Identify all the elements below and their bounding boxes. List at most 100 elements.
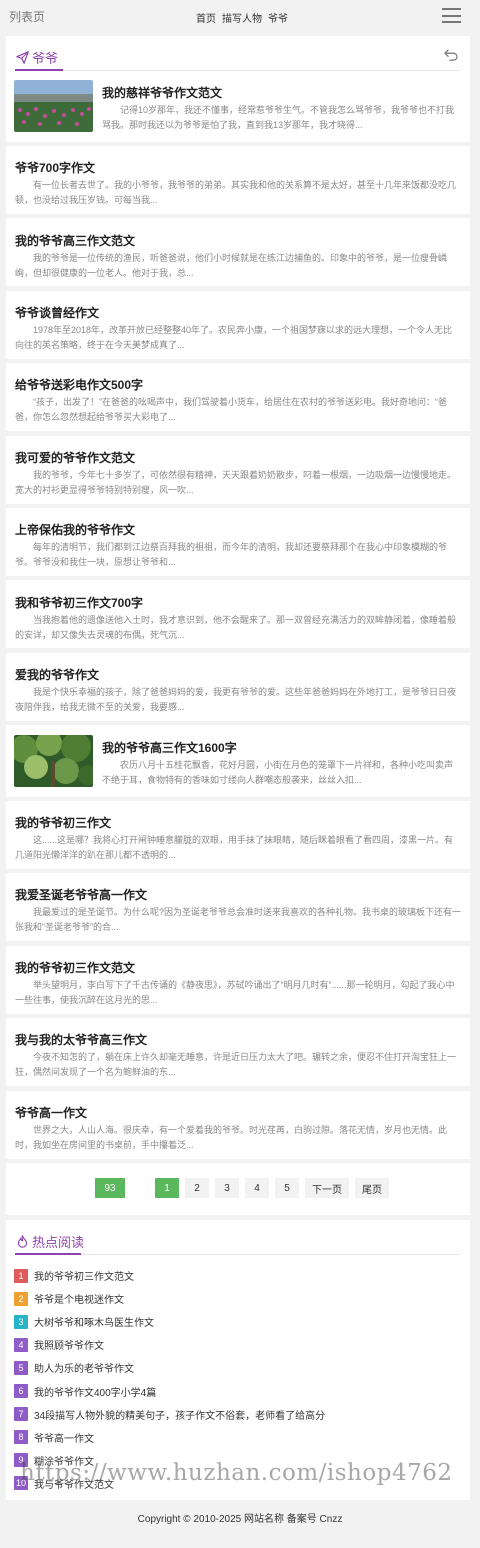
hot-item[interactable]: 2 爷爷是个电视迷作文 bbox=[14, 1287, 325, 1310]
article-summary: 有一位长者去世了。我的小爷爷，我爷爷的弟弟。其实我和他的关系算不是太好，甚至十几… bbox=[15, 180, 457, 205]
article-summary: 我最爱过的是圣诞节。为什么呢?因为圣诞老爷爷总会准时送来我喜欢的各种礼物。我书桌… bbox=[15, 907, 461, 932]
article-summary: 农历八月十五桂花飘香，花好月圆，小街在月色的笼罩下一片祥和，各种小吃叫卖声不绝于… bbox=[102, 760, 454, 785]
article-summary: 世界之大，人山人海。很庆幸，有一个爱着我的爷爷。时光荏苒，白驹过隙。落花无情，岁… bbox=[15, 1125, 448, 1150]
list-item[interactable]: 我的爷爷高三作文1600字 农历八月十五桂花飘香，花好月圆，小街在月色的笼罩下一… bbox=[6, 725, 470, 797]
hot-item[interactable]: 5 助人为乐的老爷爷作文 bbox=[14, 1356, 325, 1379]
article-summary: 我的爷爷，今年七十多岁了，可依然很有精神，天天跟着奶奶散步，叼着一根烟，一边吸烟… bbox=[15, 470, 457, 495]
top-bar: 列表页 首页 描写人物 爷爷 bbox=[0, 0, 480, 32]
hot-item-title[interactable]: 大树爷爷和啄木鸟医生作文 bbox=[34, 1314, 154, 1329]
section-divider bbox=[15, 69, 460, 71]
article-title[interactable]: 我的爷爷高三作文1600字 bbox=[102, 739, 237, 756]
article-summary: 这......这是哪？我将心打开闸钟睡意朦胧的双眼，用手抹了抹眼睛，随后眯着眼看… bbox=[15, 835, 454, 860]
hot-list: 1 我的爷爷初三作文范文 2 爷爷是个电视迷作文 3 大树爷爷和啄木鸟医生作文 4 我照… bbox=[14, 1264, 325, 1495]
list-section: 爷爷 我的慈祥爷爷作文范文 记得10岁那年，我还不懂事，经常惹爷爷生气。不管我怎… bbox=[6, 36, 470, 142]
article-summary: 每年的清明节，我们都到江边祭百拜我的祖祖，而今年的清明，我却还要祭拜那个在我心中… bbox=[15, 542, 448, 567]
article-title[interactable]: 爷爷700字作文 bbox=[15, 159, 95, 176]
section-title: 爷爷 bbox=[32, 51, 59, 66]
list-item[interactable]: 爷爷谈曾经作文 1978年至2018年，改革开放已经整整40年了。农民奔小康，一个… bbox=[6, 291, 470, 359]
rank-badge: 9 bbox=[14, 1453, 28, 1468]
article-summary: 举头望明月，李白写下了千古传诵的《静夜思》，苏轼吟诵出了“明月几时有”.....… bbox=[15, 980, 455, 1005]
section-header: 爷爷 bbox=[6, 36, 470, 72]
hot-item[interactable]: 4 我照顾爷爷作文 bbox=[14, 1333, 325, 1356]
breadcrumb-category[interactable]: 描写人物 bbox=[222, 10, 262, 25]
page-1-button[interactable]: 1 bbox=[155, 1178, 179, 1198]
hot-item-title[interactable]: 我的爷爷初三作文范文 bbox=[34, 1268, 134, 1283]
copyright-text: Copyright © 2010-2025 网站名称 备案号 Cnzz bbox=[137, 1514, 343, 1525]
breadcrumb: 首页 描写人物 爷爷 bbox=[196, 10, 288, 25]
article-summary: 今夜不知怎的了，躺在床上许久却毫无睡意，许是近日压力太大了吧。辗转之余，便忍不住… bbox=[15, 1052, 457, 1077]
article-title[interactable]: 我爱圣诞老爷爷高一作文 bbox=[15, 886, 147, 903]
list-item[interactable]: 爱我的爷爷作文我是个快乐幸福的孩子，除了爸爸妈妈的爱，我更有爷爷的爱。这些年爸爸… bbox=[6, 653, 470, 721]
article-thumbnail[interactable] bbox=[14, 735, 93, 787]
list-item[interactable]: 我爱圣诞老爷爷高一作文我最爱过的是圣诞节。为什么呢?因为圣诞老爷爷总会准时送来我… bbox=[6, 873, 470, 941]
hot-item-title[interactable]: 我的爷爷作文400字小学4篇 bbox=[34, 1384, 156, 1399]
article-title[interactable]: 爷爷高一作文 bbox=[15, 1104, 87, 1121]
hot-item[interactable]: 6 我的爷爷作文400字小学4篇 bbox=[14, 1379, 325, 1402]
page-3-button[interactable]: 3 bbox=[215, 1178, 239, 1198]
list-item[interactable]: 爷爷高一作文世界之大，人山人海。很庆幸，有一个爱着我的爷爷。时光荏苒，白驹过隙。… bbox=[6, 1091, 470, 1159]
hot-item-title[interactable]: 爷爷是个电视迷作文 bbox=[34, 1291, 124, 1306]
article-title[interactable]: 我的慈祥爷爷作文范文 bbox=[102, 84, 222, 101]
article-title[interactable]: 我和爷爷初三作文700字 bbox=[15, 594, 143, 611]
list-item[interactable]: 我与我的太爷爷高三作文今夜不知怎的了，躺在床上许久却毫无睡意，许是近日压力太大了… bbox=[6, 1018, 470, 1086]
breadcrumb-home[interactable]: 首页 bbox=[196, 10, 216, 25]
hot-item[interactable]: 8 爷爷高一作文 bbox=[14, 1426, 325, 1449]
hot-item[interactable]: 3 大树爷爷和啄木鸟医生作文 bbox=[14, 1310, 325, 1333]
hot-reading-section: 热点阅读 1 我的爷爷初三作文范文 2 爷爷是个电视迷作文 3 大树爷爷和啄木鸟医生作… bbox=[6, 1220, 470, 1500]
article-title[interactable]: 爱我的爷爷作文 bbox=[15, 666, 99, 683]
section-divider bbox=[15, 1253, 460, 1255]
hot-item-title[interactable]: 我与爷爷作文范文 bbox=[34, 1476, 114, 1491]
list-item[interactable]: 我和爷爷初三作文700字当我抱着他的遗像送他入土时，我才意识到，他不会醒来了。那… bbox=[6, 580, 470, 648]
list-item[interactable]: 爷爷700字作文有一位长者去世了。我的小爷爷，我爷爷的弟弟。其实我和他的关系算不… bbox=[6, 146, 470, 214]
hot-item-title[interactable]: 爷爷高一作文 bbox=[34, 1430, 94, 1445]
article-title[interactable]: 我的爷爷初三作文范文 bbox=[15, 959, 135, 976]
list-item[interactable]: 我的爷爷高三作文范文我的爷爷是一位传统的渔民，听爸爸说，他们小时候就是在练江边捕… bbox=[6, 218, 470, 286]
rank-badge: 3 bbox=[14, 1314, 28, 1329]
article-summary: 我是个快乐幸福的孩子，除了爸爸妈妈的爱，我更有爷爷的爱。这些年爸爸妈妈在外地打工… bbox=[15, 687, 457, 712]
article-title[interactable]: 上帝保佑我的爷爷作文 bbox=[15, 521, 135, 538]
next-page-button[interactable]: 下一页 bbox=[305, 1178, 349, 1198]
list-item[interactable]: 上帝保佑我的爷爷作文每年的清明节，我们都到江边祭百拜我的祖祖，而今年的清明，我却… bbox=[6, 508, 470, 576]
article-summary: 记得10岁那年，我还不懂事，经常惹爷爷生气。不管我怎么骂爷爷，我爷爷也不打我骂我… bbox=[102, 105, 455, 130]
article-title[interactable]: 给爷爷送彩电作文500字 bbox=[15, 376, 143, 393]
list-item[interactable]: 我的爷爷初三作文这......这是哪？我将心打开闸钟睡意朦胧的双眼，用手抹了抹眼… bbox=[6, 801, 470, 869]
list-item[interactable]: 我的爷爷初三作文范文举头望明月，李白写下了千古传诵的《静夜思》，苏轼吟诵出了“明… bbox=[6, 946, 470, 1014]
rank-badge: 7 bbox=[14, 1407, 28, 1422]
breadcrumb-current[interactable]: 爷爷 bbox=[268, 10, 288, 25]
hot-item-title[interactable]: 34段描写人物外貌的精美句子，孩子作文不俗套，老师看了给高分 bbox=[34, 1407, 325, 1422]
rank-badge: 4 bbox=[14, 1337, 28, 1352]
hot-item[interactable]: 9 糊涂爷爷作文 bbox=[14, 1449, 325, 1472]
article-title[interactable]: 我与我的太爷爷高三作文 bbox=[15, 1031, 147, 1048]
hot-item-title[interactable]: 助人为乐的老爷爷作文 bbox=[34, 1360, 134, 1375]
menu-icon[interactable] bbox=[442, 8, 461, 23]
article-summary: 当我抱着他的遗像送他入土时，我才意识到，他不会醒来了。那一双曾经充满活力的双眸静… bbox=[15, 615, 457, 640]
last-page-button[interactable]: 尾页 bbox=[355, 1178, 389, 1198]
article-title[interactable]: 我可爱的爷爷作文范文 bbox=[15, 449, 135, 466]
hot-item-title[interactable]: 我照顾爷爷作文 bbox=[34, 1337, 104, 1352]
article-summary: 1978年至2018年，改革开放已经整整40年了。农民奔小康，一个祖国梦寐以求的… bbox=[15, 325, 453, 350]
hot-reading-title: 热点阅读 bbox=[32, 1235, 85, 1250]
rank-badge: 2 bbox=[14, 1291, 28, 1306]
rank-badge: 10 bbox=[14, 1476, 28, 1491]
article-summary: 我的爷爷是一位传统的渔民，听爸爸说，他们小时候就是在练江边捕鱼的。印象中的爷爷，… bbox=[15, 253, 448, 278]
list-item[interactable]: 给爷爷送彩电作文500字 “孩子，出发了！”在爸爸的吆喝声中，我们驾驶着小货车，给… bbox=[6, 363, 470, 431]
rank-badge: 6 bbox=[14, 1384, 28, 1399]
rank-badge: 1 bbox=[14, 1268, 28, 1283]
article-summary: “孩子，出发了！”在爸爸的吆喝声中，我们驾驶着小货车，给居住在农村的爷爷送彩电。… bbox=[15, 397, 447, 422]
hot-item[interactable]: 10 我与爷爷作文范文 bbox=[14, 1472, 325, 1495]
flame-icon bbox=[17, 1235, 28, 1248]
page-5-button[interactable]: 5 bbox=[275, 1178, 299, 1198]
page-4-button[interactable]: 4 bbox=[245, 1178, 269, 1198]
article-thumbnail[interactable] bbox=[14, 80, 93, 132]
list-item[interactable]: 我可爱的爷爷作文范文我的爷爷，今年七十多岁了，可依然很有精神，天天跟着奶奶散步，… bbox=[6, 436, 470, 504]
article-title[interactable]: 我的爷爷初三作文 bbox=[15, 814, 111, 831]
hot-item[interactable]: 7 34段描写人物外貌的精美句子，孩子作文不俗套，老师看了给高分 bbox=[14, 1403, 325, 1426]
page-type-label: 列表页 bbox=[9, 9, 46, 24]
back-icon[interactable] bbox=[444, 49, 458, 61]
article-title[interactable]: 爷爷谈曾经作文 bbox=[15, 304, 99, 321]
page-total: 93 bbox=[95, 1178, 125, 1198]
article-title[interactable]: 我的爷爷高三作文范文 bbox=[15, 232, 135, 249]
hot-item-title[interactable]: 糊涂爷爷作文 bbox=[34, 1453, 94, 1468]
page-2-button[interactable]: 2 bbox=[185, 1178, 209, 1198]
hot-item[interactable]: 1 我的爷爷初三作文范文 bbox=[14, 1264, 325, 1287]
